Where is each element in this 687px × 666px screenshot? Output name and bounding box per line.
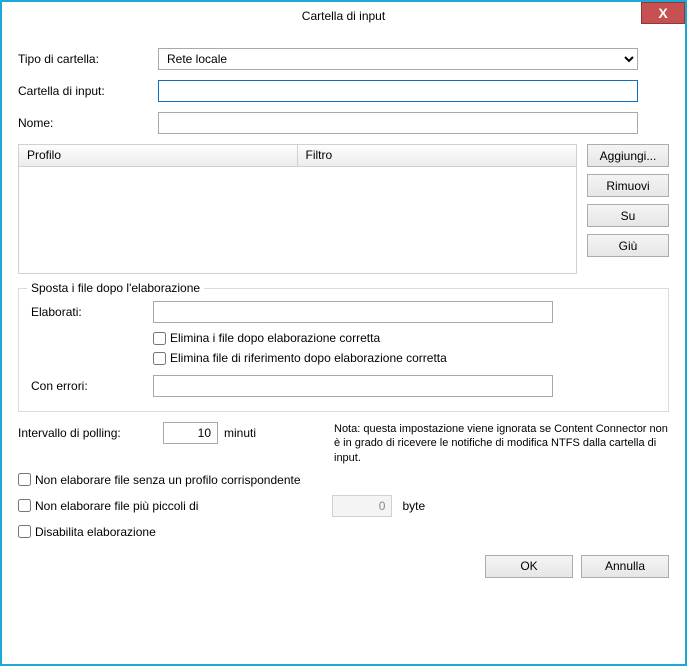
errors-field[interactable]	[153, 375, 553, 397]
processed-label: Elaborati:	[31, 305, 153, 319]
delete-reference-checkbox[interactable]	[153, 352, 166, 365]
no-profile-label: Non elaborare file senza un profilo corr…	[35, 473, 301, 487]
folder-type-label: Tipo di cartella:	[18, 52, 158, 66]
polling-field[interactable]	[163, 422, 218, 444]
polling-label: Intervallo di polling:	[18, 426, 163, 440]
name-label: Nome:	[18, 116, 158, 130]
disable-label: Disabilita elaborazione	[35, 525, 156, 539]
delete-after-success-label: Elimina i file dopo elaborazione corrett…	[170, 331, 380, 345]
column-profile[interactable]: Profilo	[19, 145, 298, 166]
dialog-buttons: OK Annulla	[18, 555, 669, 578]
no-smaller-checkbox[interactable]	[18, 499, 31, 512]
column-filter[interactable]: Filtro	[298, 145, 577, 166]
delete-reference-label: Elimina file di riferimento dopo elabora…	[170, 351, 447, 365]
errors-label: Con errori:	[31, 379, 153, 393]
input-folder-field[interactable]	[158, 80, 638, 102]
move-fieldset: Sposta i file dopo l'elaborazione Elabor…	[18, 288, 669, 412]
size-unit: byte	[402, 499, 425, 513]
name-field[interactable]	[158, 112, 638, 134]
content-area: Tipo di cartella: Rete locale Cartella d…	[2, 30, 685, 590]
delete-after-success-checkbox[interactable]	[153, 332, 166, 345]
disable-checkbox[interactable]	[18, 525, 31, 538]
ok-button[interactable]: OK	[485, 555, 573, 578]
size-field	[332, 495, 392, 517]
no-smaller-label: Non elaborare file più piccoli di	[35, 499, 198, 513]
remove-button[interactable]: Rimuovi	[587, 174, 669, 197]
polling-note: Nota: questa impostazione viene ignorata…	[334, 422, 669, 465]
input-folder-label: Cartella di input:	[18, 84, 158, 98]
down-button[interactable]: Giù	[587, 234, 669, 257]
profile-table[interactable]: Profilo Filtro	[18, 144, 577, 274]
close-button[interactable]: X	[641, 2, 685, 24]
table-body[interactable]	[19, 167, 576, 273]
table-header: Profilo Filtro	[19, 145, 576, 167]
cancel-button[interactable]: Annulla	[581, 555, 669, 578]
table-buttons: Aggiungi... Rimuovi Su Giù	[587, 144, 669, 274]
up-button[interactable]: Su	[587, 204, 669, 227]
move-legend: Sposta i file dopo l'elaborazione	[27, 281, 204, 295]
processed-field[interactable]	[153, 301, 553, 323]
polling-unit: minuti	[224, 426, 256, 440]
close-icon: X	[658, 5, 667, 21]
folder-type-select[interactable]: Rete locale	[158, 48, 638, 70]
window-title: Cartella di input	[302, 9, 385, 23]
add-button[interactable]: Aggiungi...	[587, 144, 669, 167]
no-profile-checkbox[interactable]	[18, 473, 31, 486]
titlebar: Cartella di input X	[2, 2, 685, 30]
dialog-window: Cartella di input X Tipo di cartella: Re…	[0, 0, 687, 666]
